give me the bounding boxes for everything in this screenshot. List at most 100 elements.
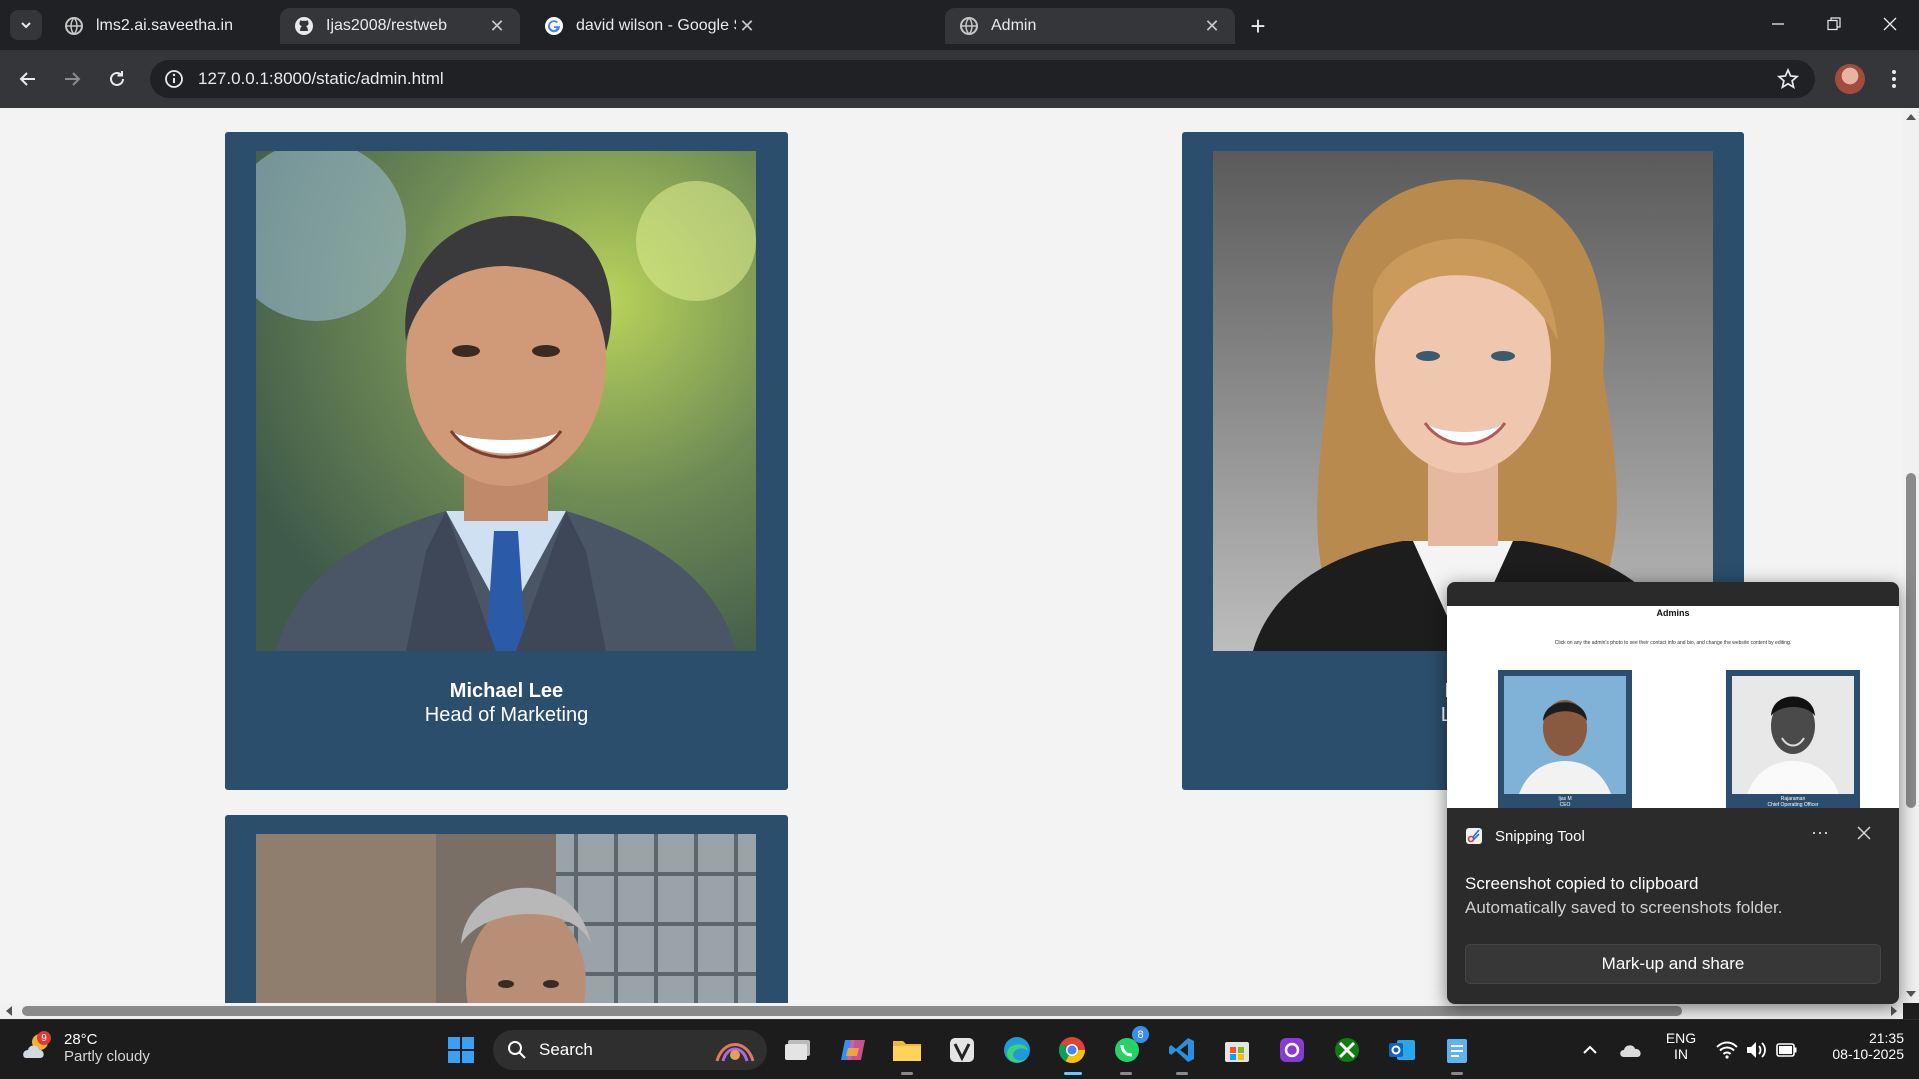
partly-cloudy-icon: 9 (23, 1031, 51, 1058)
preview-photo (1732, 676, 1854, 794)
tab-google-search[interactable]: david wilson - Google Search ✕ (530, 8, 770, 44)
weather-widget[interactable]: 9 28°C Partly cloudy (20, 1030, 150, 1066)
copilot-icon (841, 1040, 865, 1060)
globe-icon (960, 17, 978, 35)
tab-close-icon[interactable]: ✕ (736, 15, 758, 37)
vscode-icon (1169, 1038, 1194, 1062)
scroll-up-arrow-icon[interactable] (1903, 110, 1919, 124)
vpn-app-icon (950, 1038, 974, 1062)
chevron-up-icon (1583, 1045, 1597, 1054)
admin-photo[interactable] (1213, 151, 1713, 651)
copilot-button[interactable] (835, 1032, 871, 1068)
horizontal-scrollbar[interactable] (0, 1003, 1903, 1019)
tab-github[interactable]: Ijas2008/restweb ✕ (280, 8, 520, 44)
address-bar[interactable]: 127.0.0.1:8000/static/admin.html (150, 60, 1815, 98)
vertical-scrollbar-thumb[interactable] (1906, 473, 1916, 808)
close-window-button[interactable] (1870, 8, 1910, 40)
microsoft-store-button[interactable] (1219, 1032, 1255, 1068)
running-indicator (1451, 1072, 1463, 1075)
tab-title: Admin (991, 17, 1037, 34)
admin-card[interactable]: Michael Lee Head of Marketing (225, 132, 788, 790)
man-portrait-image (256, 151, 756, 651)
edge-button[interactable] (999, 1032, 1035, 1068)
chrome-icon (1058, 1037, 1086, 1064)
show-hidden-icons-button[interactable] (1575, 1032, 1605, 1068)
task-view-button[interactable] (780, 1032, 816, 1068)
taskbar-search[interactable]: Search (493, 1030, 767, 1070)
admin-photo[interactable] (256, 834, 756, 1003)
outlook-icon (1389, 1040, 1415, 1060)
more-options-button[interactable]: ··· (1805, 822, 1835, 843)
whatsapp-button[interactable]: 8 (1109, 1026, 1149, 1068)
file-explorer-button[interactable] (889, 1032, 925, 1068)
clock[interactable]: 21:35 08-10-2025 (1812, 1030, 1904, 1062)
preview-card-role: Chief Operating Officer (1767, 802, 1819, 808)
snipping-tool-notification[interactable]: Admins Click on any the admin's photo to… (1447, 582, 1899, 1004)
onedrive-tray-button[interactable] (1616, 1032, 1646, 1068)
horizontal-scrollbar-thumb[interactable] (22, 1006, 1682, 1016)
scroll-left-arrow-icon[interactable] (2, 1003, 16, 1019)
preview-photo (1504, 676, 1626, 794)
toast-app-name: Snipping Tool (1495, 827, 1585, 845)
restore-button[interactable] (1814, 8, 1854, 40)
xbox-icon (1335, 1038, 1359, 1062)
wifi-button[interactable] (1712, 1032, 1742, 1068)
tab-close-icon[interactable]: ✕ (486, 15, 508, 37)
admin-card[interactable] (225, 815, 788, 1003)
search-highlight-icon (715, 1043, 755, 1062)
running-indicator (901, 1072, 913, 1075)
language-indicator[interactable]: ENG IN (1660, 1030, 1702, 1062)
tab-search-button[interactable] (10, 10, 42, 40)
region-code: IN (1674, 1046, 1688, 1062)
battery-button[interactable] (1772, 1032, 1802, 1068)
screenshot-preview[interactable]: Admins Click on any the admin's photo to… (1447, 582, 1899, 808)
outlook-button[interactable] (1384, 1032, 1420, 1068)
admin-photo[interactable] (256, 151, 756, 651)
notepad-button[interactable] (1439, 1032, 1475, 1068)
volume-button[interactable] (1742, 1032, 1772, 1068)
weather-condition: Partly cloudy (64, 1048, 150, 1065)
site-info-icon[interactable] (162, 67, 186, 91)
windows-logo-icon (448, 1037, 474, 1063)
xbox-button[interactable] (1329, 1032, 1365, 1068)
globe-icon (65, 17, 83, 35)
windows-taskbar: 9 28°C Partly cloudy Search 8 ENG IN 21:… (0, 1019, 1919, 1079)
chrome-button[interactable] (1054, 1032, 1090, 1068)
admin-name: Michael Lee (449, 680, 564, 702)
search-icon (508, 1041, 526, 1059)
markup-share-button[interactable]: Mark-up and share (1465, 944, 1881, 984)
clock-time: 21:35 (1868, 1030, 1904, 1046)
scroll-right-arrow-icon[interactable] (1887, 1003, 1901, 1019)
chevron-down-icon (21, 22, 31, 29)
purple-app-icon (1280, 1038, 1304, 1062)
tab-admin[interactable]: Admin ✕ (945, 8, 1235, 44)
app-v-button[interactable] (944, 1032, 980, 1068)
minimize-button[interactable] (1758, 8, 1798, 40)
arrow-left-icon (19, 72, 35, 86)
back-button[interactable] (12, 63, 44, 95)
tab-close-icon[interactable]: ✕ (1201, 15, 1223, 37)
new-tab-button[interactable]: + (1244, 11, 1272, 41)
vscode-button[interactable] (1164, 1032, 1200, 1068)
task-view-icon (785, 1040, 810, 1060)
vertical-scrollbar[interactable] (1903, 108, 1919, 1003)
reload-button[interactable] (101, 63, 133, 95)
toast-header: Snipping Tool (1465, 827, 1585, 845)
forward-button[interactable] (56, 63, 88, 95)
weather-badge: 9 (41, 1033, 47, 1044)
toast-message: Automatically saved to screenshots folde… (1465, 898, 1783, 917)
start-button[interactable] (443, 1032, 479, 1068)
bookmark-star-icon[interactable] (1777, 68, 1799, 90)
browser-menu-button[interactable] (1884, 64, 1904, 94)
weather-temp: 28°C (64, 1031, 98, 1048)
scroll-down-arrow-icon[interactable] (1903, 987, 1919, 1001)
profile-avatar[interactable] (1835, 64, 1865, 94)
app-purple-button[interactable] (1274, 1032, 1310, 1068)
running-indicator (1120, 1072, 1132, 1075)
preview-browser-bar (1447, 582, 1899, 606)
tab-title: david wilson - Google Search (576, 17, 736, 34)
toast-close-button[interactable] (1857, 826, 1871, 840)
address-url[interactable]: 127.0.0.1:8000/static/admin.html (198, 69, 444, 89)
speaker-icon (1747, 1042, 1766, 1058)
older-man-portrait-image (256, 834, 756, 1003)
